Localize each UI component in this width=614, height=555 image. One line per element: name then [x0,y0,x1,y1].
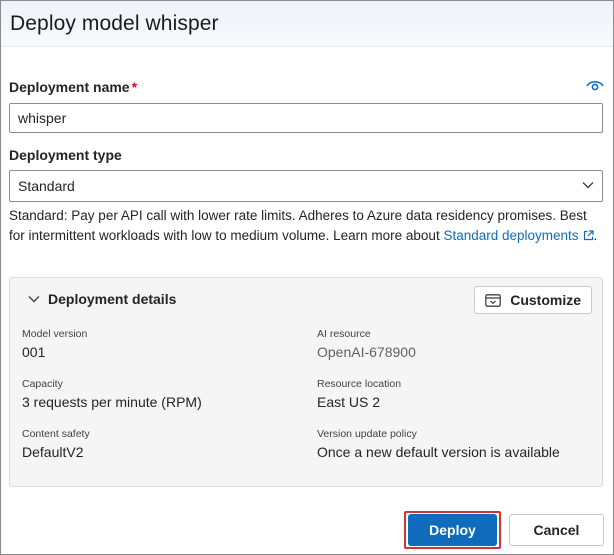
deployment-name-label-text: Deployment name [9,79,130,95]
customize-label: Customize [510,292,581,308]
standard-deployments-link-text: Standard deployments [443,228,579,243]
deployment-name-input[interactable]: whisper [9,103,603,133]
model-version-label: Model version [22,328,88,340]
model-version-value: 001 [22,344,46,360]
deployment-details-panel: Deployment details Customize Model versi… [9,277,603,487]
standard-deployments-link[interactable]: Standard deployments [443,228,594,243]
deployment-name-label: Deployment name * [9,79,137,95]
deployment-type-description: Standard: Pay per API call with lower ra… [9,206,603,246]
ai-resource-value: OpenAI-678900 [317,344,416,360]
resource-location-label: Resource location [317,378,402,390]
ai-resource-label: AI resource [317,328,371,340]
dialog-title: Deploy model whisper [10,11,219,35]
dialog-header: Deploy model whisper [1,1,613,47]
version-update-policy-value: Once a new default version is available [317,444,560,460]
cancel-button-label: Cancel [533,522,580,538]
eye-icon[interactable] [586,79,604,93]
chevron-down-icon [582,182,594,189]
external-link-icon [583,230,594,241]
version-update-policy-label: Version update policy [317,428,417,440]
deploy-button-label: Deploy [429,522,476,538]
deployment-type-select[interactable]: Standard [9,170,603,202]
customize-icon [485,293,502,307]
deployment-type-value: Standard [18,178,75,194]
deployment-details-toggle[interactable]: Deployment details [28,291,176,307]
capacity-value: 3 requests per minute (RPM) [22,394,202,410]
resource-location-value: East US 2 [317,394,381,410]
cancel-button[interactable]: Cancel [509,514,604,546]
deploy-button[interactable]: Deploy [408,514,497,546]
description-end: . [593,228,598,243]
chevron-down-icon [28,296,40,303]
deployment-details-title: Deployment details [48,291,177,307]
deployment-name-value: whisper [18,110,67,126]
deployment-type-label: Deployment type [9,147,122,163]
content-safety-label: Content safety [22,428,90,440]
deploy-model-dialog: Deploy model whisper Deployment name * wh… [0,0,614,555]
required-marker: * [131,79,138,95]
capacity-label: Capacity [22,378,63,390]
customize-button[interactable]: Customize [474,286,592,314]
content-safety-value: DefaultV2 [22,444,84,460]
